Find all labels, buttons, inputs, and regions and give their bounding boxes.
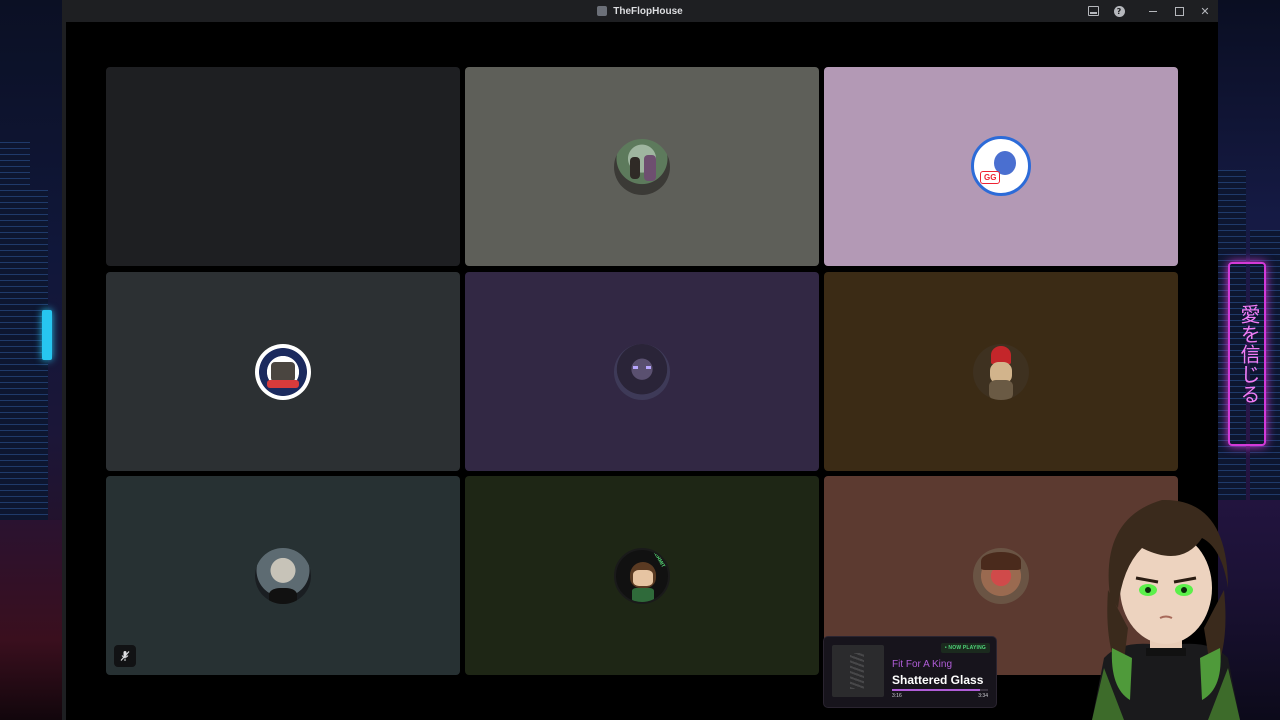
now-playing-badge: • NOW PLAYING (940, 643, 990, 653)
portrait-avatar (255, 548, 311, 604)
minimize-icon (1149, 10, 1157, 12)
mic-muted-icon (120, 651, 130, 661)
character-avatar (973, 344, 1029, 400)
minimize-button[interactable] (1140, 0, 1166, 22)
maximize-button[interactable] (1166, 0, 1192, 22)
participant-tile[interactable] (824, 272, 1178, 471)
selfie-avatar (973, 548, 1029, 604)
inbox-icon (1087, 6, 1099, 16)
titlebar: TheFlopHouse ? ✕ (62, 0, 1218, 22)
help-icon: ? (1113, 5, 1125, 17)
avatar-sticker-text: GG (980, 171, 1001, 184)
inbox-button[interactable] (1080, 0, 1106, 22)
city-backdrop-left (0, 0, 66, 720)
progress-bar-fill (892, 689, 980, 691)
server-icon (597, 6, 608, 16)
help-button[interactable]: ? (1106, 0, 1132, 22)
participant-tile[interactable] (106, 272, 460, 471)
progress-bar (892, 689, 988, 691)
track-title: Shattered Glass (892, 673, 984, 687)
building (0, 140, 30, 520)
participant-tile[interactable] (106, 476, 460, 675)
title-group: TheFlopHouse (597, 5, 683, 17)
window-title: TheFlopHouse (613, 5, 683, 17)
cartoon-avatar: GG (971, 136, 1031, 196)
logo-avatar (255, 344, 311, 400)
photo-avatar (614, 139, 670, 195)
now-playing-widget: • NOW PLAYING Fit For A King Shattered G… (824, 637, 996, 707)
window-controls: ? ✕ (1080, 0, 1218, 22)
participant-tile[interactable]: GG (824, 67, 1178, 266)
artist-name: Fit For A King (892, 659, 953, 670)
vtuber-avatar (1092, 499, 1240, 720)
creature-avatar (614, 344, 670, 400)
mic-muted-button[interactable] (114, 645, 136, 667)
anime-avatar: KERMIT (614, 548, 670, 604)
maximize-icon (1174, 6, 1184, 16)
close-button[interactable]: ✕ (1192, 0, 1218, 22)
close-icon: ✕ (1200, 4, 1210, 18)
participant-tile[interactable] (465, 272, 819, 471)
avatar-ring-text: KERMIT (651, 549, 666, 569)
elapsed-time: 3:16 (892, 693, 902, 699)
participant-tile[interactable] (465, 67, 819, 266)
window-border (62, 22, 66, 720)
participant-tile[interactable]: KERMIT (465, 476, 819, 675)
neon-sign-small (42, 310, 52, 360)
album-art (832, 645, 884, 697)
neon-kanji-sign: 愛を信じる (1228, 262, 1266, 446)
street (0, 520, 66, 720)
participant-tile-empty[interactable] (106, 67, 460, 266)
total-time: 3:34 (978, 693, 988, 699)
